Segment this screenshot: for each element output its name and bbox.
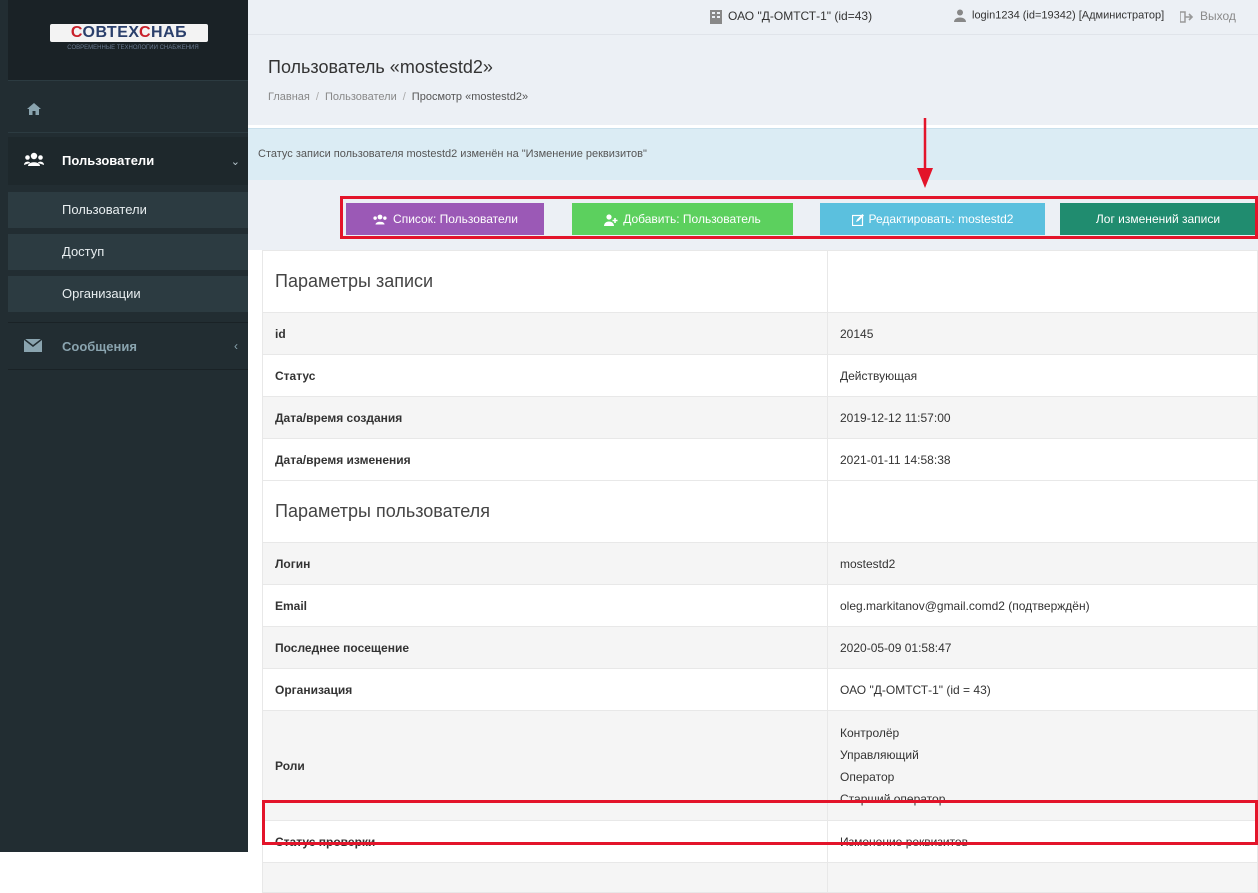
table-row: Статус проверки Изменение реквизитов	[262, 820, 1258, 863]
list-users-button[interactable]: Список: Пользователи	[346, 203, 544, 235]
organization-name: ОАО "Д-ОМТСТ-1" (id=43)	[728, 9, 873, 23]
table-row: Статус Действующая	[262, 354, 1258, 397]
sidebar-item-messages-label: Сообщения	[62, 339, 137, 354]
chevron-down-icon: ⌄	[230, 156, 240, 168]
field-label: Логин	[262, 542, 828, 585]
users-icon	[373, 214, 387, 225]
field-label: Дата/время создания	[262, 396, 828, 439]
sign-out-icon	[1180, 11, 1194, 23]
details-table: Параметры записи id 20145 Статус Действу…	[262, 250, 1258, 893]
edit-user-button[interactable]: Редактировать: mostestd2	[820, 203, 1045, 235]
field-value: ОАО "Д-ОМТСТ-1" (id = 43)	[827, 668, 1258, 711]
envelope-icon	[24, 339, 42, 352]
sidebar-subitem-label: Пользователи	[62, 202, 147, 217]
field-value: Изменение реквизитов	[827, 820, 1258, 863]
field-value: oleg.markitanov@gmail.comd2 (подтверждён…	[827, 584, 1258, 627]
field-label: Дата/время изменения	[262, 438, 828, 481]
breadcrumb: Главная / Пользователи / Просмотр «mostestd2…	[268, 91, 529, 103]
field-label: id	[262, 312, 828, 355]
role-item: Старший оператор	[840, 791, 946, 806]
change-log-button-label: Лог изменений записи	[1095, 212, 1221, 226]
breadcrumb-current: Просмотр «mostestd2»	[411, 91, 529, 103]
page-title: Пользователь «mostestd2»	[268, 57, 493, 77]
building-icon	[710, 9, 722, 24]
roles-list: Контролёр Управляющий Оператор Старший о…	[827, 710, 1258, 821]
user-icon	[954, 9, 966, 22]
field-value: 2021-01-11 14:58:38	[827, 438, 1258, 481]
sidebar-subitem-organizations[interactable]: Организации	[8, 276, 248, 312]
field-label: Последнее посещение	[262, 626, 828, 669]
user-name: login1234 (id=19342) [Администратор]	[972, 9, 1165, 22]
users-icon	[24, 152, 44, 166]
sidebar-subitem-access[interactable]: Доступ	[8, 234, 248, 270]
sidebar-subitem-label: Доступ	[62, 244, 105, 259]
table-row: Email oleg.markitanov@gmail.comd2 (подтв…	[262, 584, 1258, 627]
table-row: Организация ОАО "Д-ОМТСТ-1" (id = 43)	[262, 668, 1258, 711]
table-row	[262, 862, 1258, 893]
field-value: 20145	[827, 312, 1258, 355]
section-title: Параметры пользователя	[262, 480, 828, 543]
sidebar-item-messages[interactable]: Сообщения ‹	[8, 322, 248, 370]
field-label: Статус	[262, 354, 828, 397]
role-item: Управляющий	[840, 747, 919, 762]
logo-tagline: СОВРЕМЕННЫЕ ТЕХНОЛОГИИ СНАБЖЕНИЯ	[67, 45, 199, 51]
sidebar-item-home[interactable]	[8, 88, 248, 133]
status-alert-text: Статус записи пользователя mostestd2 изм…	[258, 148, 647, 160]
add-user-button-label: Добавить: Пользователь	[623, 212, 761, 226]
role-item: Оператор	[840, 769, 895, 784]
edit-icon	[851, 213, 864, 226]
section-header-row: Параметры записи	[262, 250, 1258, 313]
table-row: Логин mostestd2	[262, 542, 1258, 585]
logo[interactable]: СОВТЕХСНАБ СОВРЕМЕННЫЕ ТЕХНОЛОГИИ СНАБЖЕ…	[8, 0, 248, 81]
edit-user-button-label: Редактировать: mostestd2	[868, 212, 1014, 226]
action-bar: Список: Пользователи Добавить: Пользоват…	[248, 180, 1258, 250]
breadcrumb-home[interactable]: Главная	[268, 91, 310, 103]
section-header-row: Параметры пользователя	[262, 480, 1258, 543]
status-alert: Статус записи пользователя mostestd2 изм…	[248, 128, 1258, 181]
table-row: Дата/время создания 2019-12-12 11:57:00	[262, 396, 1258, 439]
sidebar-item-users[interactable]: Пользователи ⌄	[8, 137, 248, 185]
content-header: Пользователь «mostestd2» Главная / Пользов…	[248, 35, 1258, 125]
chevron-left-icon: ‹	[234, 339, 238, 353]
field-label: Статус проверки	[262, 820, 828, 863]
field-label: Организация	[262, 668, 828, 711]
sidebar-subitem-users[interactable]: Пользователи	[8, 192, 248, 228]
table-row: id 20145	[262, 312, 1258, 355]
change-log-button[interactable]: Лог изменений записи	[1060, 203, 1256, 235]
breadcrumb-users[interactable]: Пользователи	[325, 91, 397, 103]
user-plus-icon	[604, 214, 618, 226]
logout-label: Выход	[1200, 9, 1236, 23]
table-row: Роли Контролёр Управляющий Оператор Стар…	[262, 710, 1258, 821]
logo-text: СОВТЕХСНАБ	[50, 24, 208, 42]
annotation-arrow	[917, 118, 933, 188]
organization-indicator[interactable]: ОАО "Д-ОМТСТ-1" (id=43)	[710, 9, 872, 24]
field-value: 2020-05-09 01:58:47	[827, 626, 1258, 669]
field-value: 2019-12-12 11:57:00	[827, 396, 1258, 439]
table-row: Дата/время изменения 2021-01-11 14:58:38	[262, 438, 1258, 481]
field-label: Роли	[262, 710, 828, 821]
list-users-button-label: Список: Пользователи	[393, 212, 518, 226]
home-icon	[27, 103, 41, 115]
sidebar: СОВТЕХСНАБ СОВРЕМЕННЫЕ ТЕХНОЛОГИИ СНАБЖЕ…	[0, 0, 248, 852]
role-item: Контролёр	[840, 725, 900, 740]
section-title: Параметры записи	[262, 250, 828, 313]
sidebar-item-users-label: Пользователи	[62, 153, 155, 168]
logout-link[interactable]: Выход	[1180, 9, 1236, 23]
table-row: Последнее посещение 2020-05-09 01:58:47	[262, 626, 1258, 669]
user-menu[interactable]: login1234 (id=19342) [Администратор]	[954, 9, 1164, 22]
top-navbar: ОАО "Д-ОМТСТ-1" (id=43) login1234 (id=19…	[248, 0, 1258, 35]
add-user-button[interactable]: Добавить: Пользователь	[572, 203, 793, 235]
field-label: Email	[262, 584, 828, 627]
field-value: mostestd2	[827, 542, 1258, 585]
sidebar-subitem-label: Организации	[62, 286, 141, 301]
field-value: Действующая	[827, 354, 1258, 397]
